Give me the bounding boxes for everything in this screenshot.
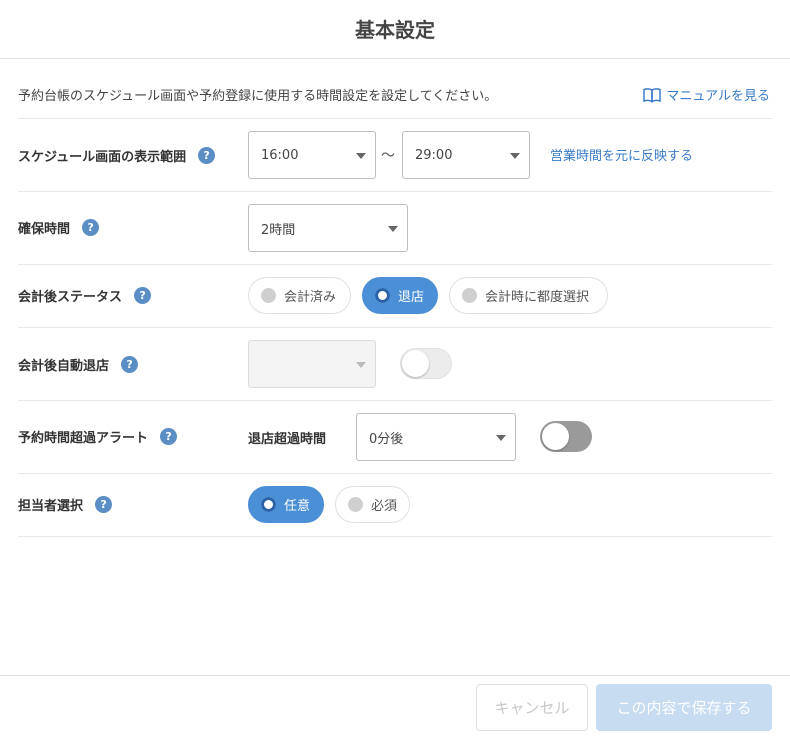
chevron-down-icon xyxy=(510,153,520,159)
schedule-start-select[interactable]: 16:00 xyxy=(248,131,376,179)
save-button[interactable]: この内容で保存する xyxy=(596,684,772,731)
divider xyxy=(18,473,772,474)
overtime-sub-label: 退店超過時間 xyxy=(248,432,327,447)
book-icon xyxy=(643,87,662,103)
chevron-down-icon xyxy=(356,153,366,159)
divider xyxy=(18,327,772,328)
toggle-knob xyxy=(542,423,569,450)
cancel-button[interactable]: キャンセル xyxy=(476,684,588,731)
help-icon[interactable]: ? xyxy=(134,287,152,304)
overtime-select[interactable]: 0分後 xyxy=(356,413,516,461)
radio-staff-optional[interactable]: 任意 xyxy=(248,486,324,523)
radio-status-paid[interactable]: 会計済み xyxy=(248,277,351,314)
help-icon[interactable]: ? xyxy=(160,428,178,445)
radio-status-ask[interactable]: 会計時に都度選択 xyxy=(449,277,608,314)
chevron-down-icon xyxy=(388,226,398,232)
post-checkout-status-label: 会計後ステータス ? xyxy=(18,286,152,305)
help-icon[interactable]: ? xyxy=(82,219,100,236)
help-icon[interactable]: ? xyxy=(198,147,216,164)
staff-selection-label: 担当者選択 ? xyxy=(18,495,113,514)
overtime-alert-toggle[interactable] xyxy=(540,421,592,452)
auto-leave-select xyxy=(248,340,376,388)
help-icon[interactable]: ? xyxy=(95,496,113,513)
page-title: 基本設定 xyxy=(355,18,435,42)
overtime-alert-label: 予約時間超過アラート ? xyxy=(18,427,178,446)
intro-text: 予約台帳のスケジュール画面や予約登録に使用する時間設定を設定してください。 xyxy=(18,89,498,104)
modal-header: 基本設定 xyxy=(0,0,790,59)
manual-link-label: マニュアルを見る xyxy=(666,89,770,104)
divider xyxy=(18,191,772,192)
radio-indicator xyxy=(375,288,390,303)
divider xyxy=(18,118,772,119)
auto-leave-label: 会計後自動退店 ? xyxy=(18,355,139,374)
divider xyxy=(18,264,772,265)
manual-link[interactable]: マニュアルを見る xyxy=(643,85,770,104)
toggle-knob xyxy=(402,350,429,377)
radio-indicator xyxy=(462,288,477,303)
chevron-down-icon xyxy=(356,362,366,368)
radio-indicator xyxy=(261,288,276,303)
auto-leave-toggle[interactable] xyxy=(400,348,452,379)
radio-staff-required[interactable]: 必須 xyxy=(335,486,410,523)
hold-time-select[interactable]: 2時間 xyxy=(248,204,408,252)
divider xyxy=(18,536,772,537)
hold-time-label: 確保時間 ? xyxy=(18,218,100,237)
range-separator: 〜 xyxy=(381,148,395,164)
schedule-range-label: スケジュール画面の表示範囲 ? xyxy=(18,146,216,165)
help-icon[interactable]: ? xyxy=(121,356,139,373)
radio-indicator xyxy=(348,497,363,512)
radio-indicator xyxy=(261,497,276,512)
radio-status-left[interactable]: 退店 xyxy=(362,277,438,314)
apply-business-hours-link[interactable]: 営業時間を元に反映する xyxy=(550,145,693,164)
chevron-down-icon xyxy=(496,435,506,441)
divider xyxy=(18,400,772,401)
schedule-end-select[interactable]: 29:00 xyxy=(402,131,530,179)
